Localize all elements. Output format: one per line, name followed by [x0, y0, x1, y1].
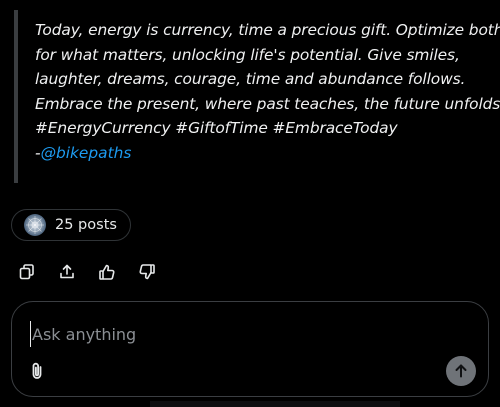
posts-chip[interactable]: 25 posts: [11, 209, 131, 241]
thumbs-down-button[interactable]: [136, 261, 158, 283]
bottom-scroll-shade: [150, 401, 400, 407]
quote-line: Today, energy is currency, time a precio…: [35, 21, 500, 39]
share-button[interactable]: [56, 261, 78, 283]
share-icon: [60, 264, 74, 279]
copy-icon: [19, 264, 34, 280]
blockquote: Today, energy is currency, time a precio…: [14, 10, 500, 183]
copy-button[interactable]: [16, 261, 38, 283]
thumbs-down-icon: [139, 264, 155, 280]
paperclip-icon: [32, 362, 42, 379]
quote-line: laughter, dreams, courage, time and abun…: [35, 70, 466, 88]
composer-box: [11, 301, 489, 397]
message-actions: [16, 261, 158, 283]
arrow-up-icon: [455, 364, 467, 378]
quote-line: Embrace the present, where past teaches,…: [35, 94, 500, 113]
send-button[interactable]: [446, 356, 476, 386]
signature-handle-link[interactable]: @bikepaths: [41, 144, 132, 162]
avatar-icon: [24, 214, 46, 236]
quote-signature: -@bikepaths: [35, 141, 484, 166]
thumbs-up-icon: [99, 264, 115, 280]
posts-count-label: 25 posts: [55, 217, 117, 233]
quote-line: for what matters, unlocking life's poten…: [35, 45, 460, 64]
attach-button[interactable]: [26, 359, 48, 383]
quote-hashtags: #EnergyCurrency #GiftofTime #EmbraceToda…: [35, 119, 398, 137]
ask-input[interactable]: [30, 321, 454, 347]
thumbs-up-button[interactable]: [96, 261, 118, 283]
